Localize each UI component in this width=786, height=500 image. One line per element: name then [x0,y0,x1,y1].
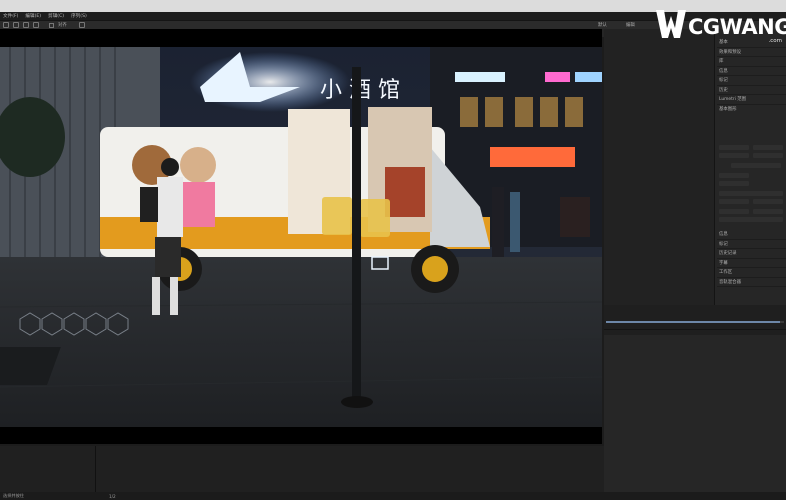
section-title: 基本图形 [719,107,737,113]
control-field[interactable] [753,153,783,158]
panel-item-label: 库 [719,59,724,65]
control-field[interactable] [719,173,749,178]
program-frame: 小 酒 馆 [0,29,602,444]
panel-item[interactable]: 工作区 [717,268,786,278]
snap-label: 对齐 [58,23,67,28]
zoom-readout[interactable]: 1/2 [109,494,116,499]
control-field[interactable] [753,145,783,150]
status-hint: 选择并按住 [3,493,24,498]
control-field[interactable] [719,209,749,214]
panel-item-label: 历史 [719,87,728,93]
workspace-edit[interactable]: 编辑 [626,22,635,28]
panel-item[interactable]: 字幕 [717,259,786,268]
panel-item[interactable]: Lumetri 范围 [717,95,786,105]
section-header[interactable]: 基本图形 [717,105,786,115]
viewer-lower-area [0,446,604,492]
track-select-tool-icon[interactable] [13,22,19,28]
select-tool-icon[interactable] [3,22,9,28]
menu-file[interactable]: 文件(F) [3,13,18,19]
right-panel-left-column [604,29,714,305]
panel-item-label: 信息 [719,232,728,238]
panel-item[interactable]: 标记 [717,240,786,249]
control-field[interactable] [719,217,783,222]
panel-item-label: 字幕 [719,260,728,266]
control-field[interactable] [719,181,749,186]
logo-domain: .com [768,38,783,44]
panel-item-label: 音轨混合器 [719,279,741,285]
panel-item[interactable]: 效果和预设 [717,48,786,57]
panel-item[interactable]: 音轨混合器 [717,278,786,287]
panel-item-label: 信息 [719,68,728,74]
workspace-default[interactable]: 默认 [598,22,607,28]
ripple-tool-icon[interactable] [23,22,29,28]
panel-item[interactable]: 标记 [717,76,786,86]
panel-item-label: 标记 [719,241,728,247]
panel-item-label: 历史记录 [719,251,737,257]
menu-edit[interactable]: 编辑(E) [25,13,41,19]
snap-checkbox[interactable] [49,22,54,28]
panel-item-label: Lumetri 范围 [719,97,747,103]
panel-item[interactable]: 信息 [717,230,786,240]
panel-item-label: 标记 [719,78,728,84]
menu-sequence[interactable]: 序列(S) [71,13,87,19]
control-field[interactable] [719,153,749,158]
control-field[interactable] [719,191,783,196]
cgwang-logo: CGWANG .com [654,4,786,46]
panel-item-label: 工作区 [719,270,733,276]
menu-clip[interactable]: 剪辑(C) [48,13,64,19]
panel-item[interactable]: 库 [717,57,786,67]
razor-tool-icon[interactable] [33,22,39,28]
video-frame-image: 小 酒 馆 [0,47,602,427]
panel-list: 基本 效果和预设 库 信息 标记 历史 Lumetri 范围 基本图形 [717,38,786,114]
control-field[interactable] [753,199,783,204]
panel-item[interactable]: 历史 [717,86,786,95]
control-field[interactable] [731,163,781,168]
logo-name: CGWANG [688,15,786,39]
pen-tool-icon[interactable] [78,22,85,28]
panel-item-label: 效果和预设 [719,49,741,55]
timeline-progress [606,321,780,323]
panel-item[interactable]: 信息 [717,67,786,76]
control-field[interactable] [719,145,749,150]
timeline-divider [604,329,786,330]
panel-item[interactable]: 历史记录 [717,249,786,259]
status-bar: 选择并按住 1/2 [0,492,786,500]
right-panel-divider [714,29,715,305]
right-panel: 基本 效果和预设 库 信息 标记 历史 Lumetri 范围 基本图形 信息 标… [604,29,786,492]
control-field[interactable] [753,209,783,214]
graphics-controls [717,143,786,225]
lower-divider [95,446,96,492]
timeline-strip [604,305,786,335]
control-field[interactable] [719,199,749,204]
panel-list-2: 信息 标记 历史记录 字幕 工作区 音轨混合器 [717,230,786,287]
cgwang-logo-mark-icon [656,10,686,38]
